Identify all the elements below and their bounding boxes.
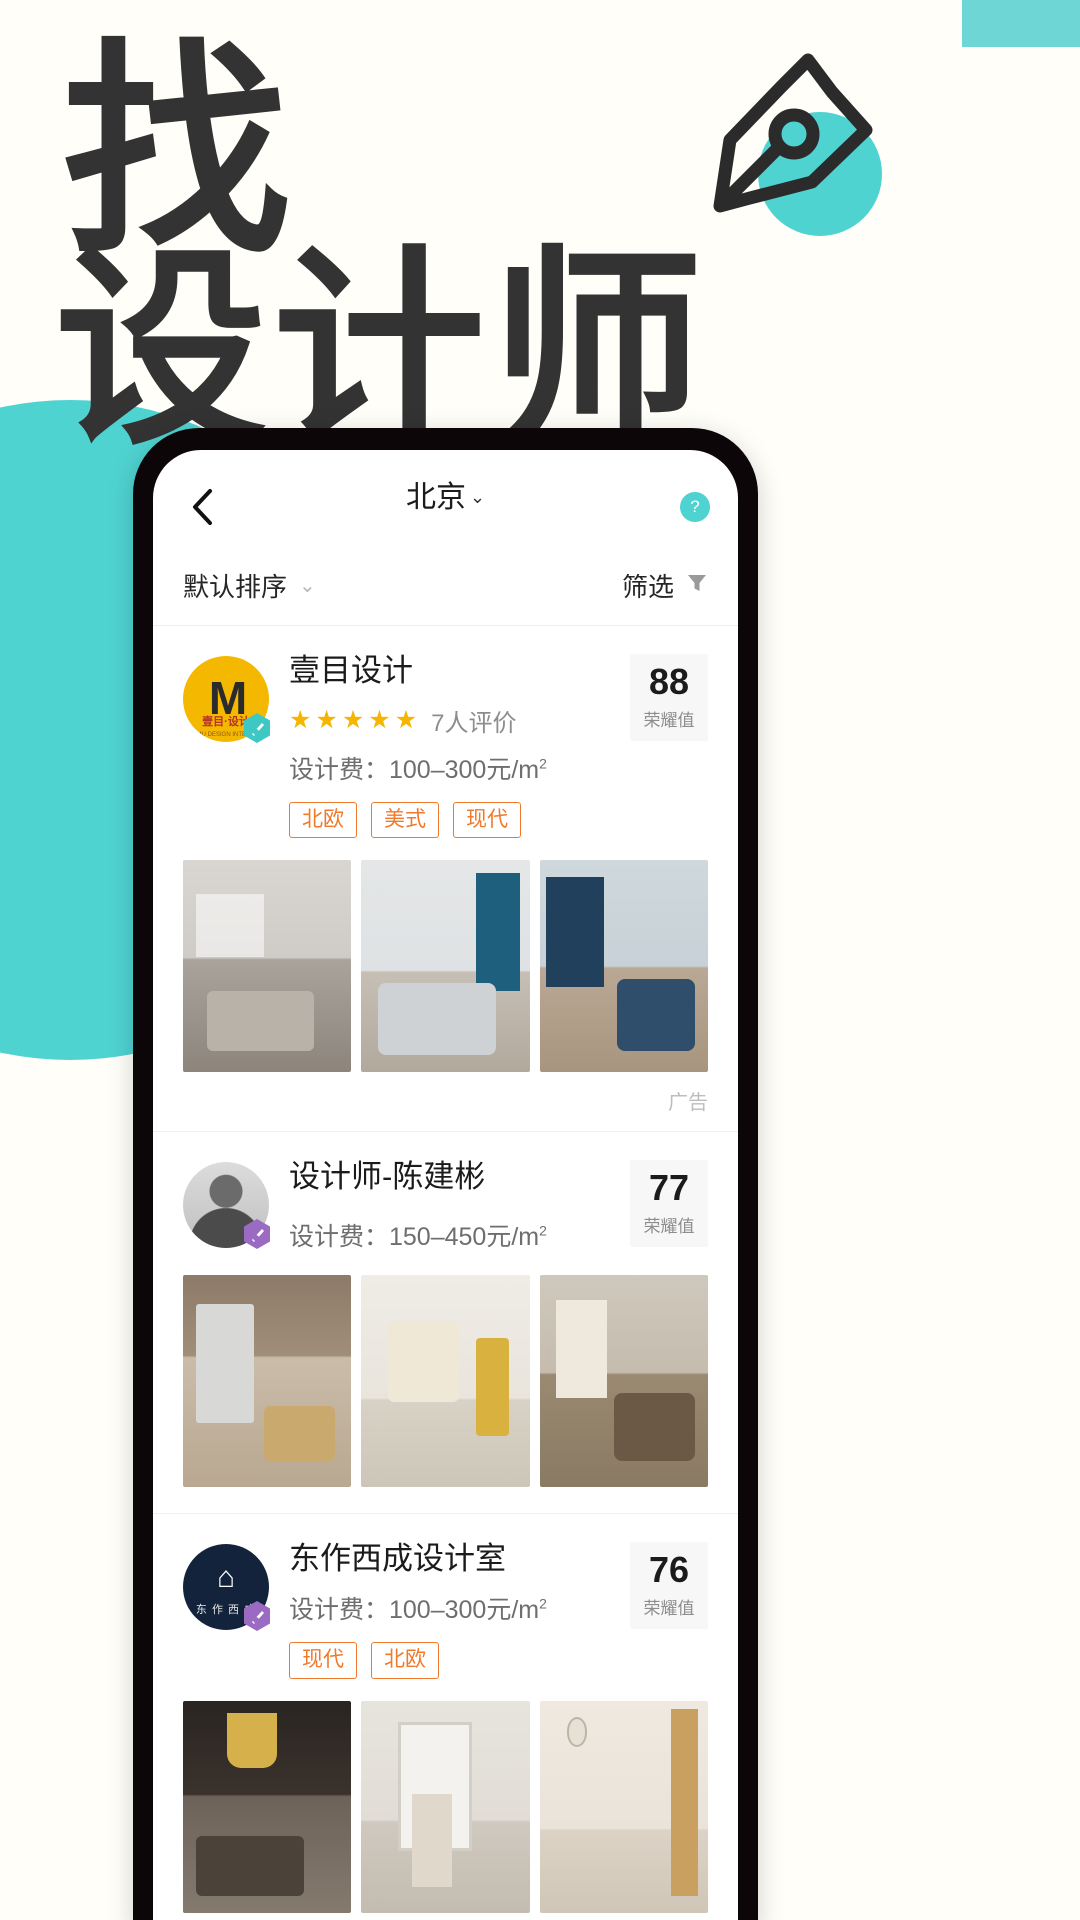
avatar [183, 1161, 270, 1249]
filter-button[interactable]: 筛选 [622, 567, 708, 604]
designer-card[interactable]: 设计师-陈建彬 设计费：150–450元/m2 77 荣耀值 [153, 1132, 738, 1514]
style-tag[interactable]: 现代 [289, 1642, 357, 1679]
price-text: 设计费：150–450元/m [289, 1222, 540, 1251]
star-icon: ★ [289, 705, 312, 734]
avatar: ⌂ 东 作 西 成 [183, 1543, 270, 1631]
ad-label: 广告 [668, 1091, 708, 1114]
price-text: 设计费：100–300元/m [289, 755, 540, 784]
sort-dropdown[interactable]: 默认排序 ⌄ [183, 567, 316, 604]
avatar: M 壹目·设计 YIMU DESIGN INTERIOR [183, 656, 270, 743]
card-header: M 壹目·设计 YIMU DESIGN INTERIOR 壹目设计 ★ ★ ★ … [183, 652, 708, 838]
portfolio-thumbnail[interactable] [361, 859, 530, 1072]
honor-score: 88 荣耀值 [630, 654, 708, 741]
card-header: ⌂ 东 作 西 成 东作西成设计室 设计费：100–300元/m2 现代 北欧 … [183, 1540, 708, 1679]
portfolio-thumbnail[interactable] [539, 1274, 708, 1487]
filter-label: 筛选 [621, 572, 674, 602]
portfolio-thumbnail[interactable] [361, 1274, 530, 1487]
card-spacer [183, 1487, 708, 1513]
portfolio-thumbnail[interactable] [539, 859, 708, 1072]
designer-card[interactable]: ⌂ 东 作 西 成 东作西成设计室 设计费：100–300元/m2 现代 北欧 … [153, 1514, 738, 1913]
designer-name: 壹目设计 [289, 653, 413, 688]
honor-score-label: 荣耀值 [643, 711, 695, 730]
honor-score-value: 88 [648, 661, 690, 702]
star-icon: ★ [315, 705, 338, 734]
verified-pen-badge-icon [241, 1218, 273, 1250]
honor-score: 77 荣耀值 [630, 1159, 708, 1247]
ad-row: 广告 [183, 1072, 708, 1131]
tag-list: 北欧 美式 现代 [289, 801, 610, 838]
chevron-down-icon: ⌄ [469, 486, 486, 507]
star-icon: ★ [368, 705, 391, 734]
rating-row: ★ ★ ★ ★ ★ 7人评价 [289, 703, 610, 738]
price-row: 设计费：100–300元/m2 [289, 750, 610, 786]
phone-mockup: 北京 ⌄ ? 默认排序 ⌄ 筛选 M 壹目·设计 YIMU DESIGN INT… [133, 428, 758, 1920]
honor-score-value: 76 [648, 1548, 690, 1590]
designer-name: 设计师-陈建彬 [289, 1158, 486, 1194]
price-row: 设计费：100–300元/m2 [289, 1590, 610, 1626]
style-tag[interactable]: 现代 [453, 801, 521, 838]
star-icon: ★ [394, 705, 418, 734]
portfolio-thumbnail[interactable] [539, 1700, 708, 1913]
pen-nib-icon [708, 48, 878, 223]
phone-screen: 北京 ⌄ ? 默认排序 ⌄ 筛选 M 壹目·设计 YIMU DESIGN INT… [153, 450, 738, 1920]
honor-score-label: 荣耀值 [643, 1216, 695, 1236]
rating-count: 7人评价 [431, 709, 517, 737]
card-body: 壹目设计 ★ ★ ★ ★ ★ 7人评价 设计费：100–300元/m2 北欧 美… [289, 652, 610, 838]
card-body: 东作西成设计室 设计费：100–300元/m2 现代 北欧 [289, 1540, 610, 1679]
designer-list: M 壹目·设计 YIMU DESIGN INTERIOR 壹目设计 ★ ★ ★ … [153, 626, 738, 1913]
verified-pen-badge-icon [241, 1600, 273, 1632]
honor-score: 76 荣耀值 [630, 1541, 708, 1629]
tag-list: 现代 北欧 [289, 1642, 610, 1679]
funnel-icon [686, 570, 708, 601]
price-superscript: 2 [539, 755, 547, 772]
style-tag[interactable]: 美式 [371, 801, 439, 838]
teal-corner-chip [962, 0, 1080, 47]
sort-label: 默认排序 [183, 572, 288, 602]
style-tag[interactable]: 北欧 [371, 1642, 439, 1679]
city-selector[interactable]: 北京 ⌄ [153, 472, 738, 516]
card-body: 设计师-陈建彬 设计费：150–450元/m2 [289, 1158, 610, 1253]
price-text: 设计费：100–300元/m [289, 1596, 540, 1625]
honor-score-value: 77 [648, 1166, 690, 1208]
hero-line-1: 找 [62, 19, 296, 285]
verified-pen-badge-icon [241, 712, 273, 744]
portfolio-thumbnail[interactable] [183, 859, 352, 1072]
portfolio-thumbnail[interactable] [183, 1700, 352, 1913]
help-button[interactable]: ? [680, 492, 710, 522]
thumbnail-row [183, 1700, 708, 1913]
designer-name: 东作西成设计室 [289, 1540, 506, 1576]
honor-score-label: 荣耀值 [643, 1598, 695, 1618]
filter-bar: 默认排序 ⌄ 筛选 [153, 546, 738, 626]
poster-root: 找 设计师 北京 ⌄ ? 默认排序 ⌄ 筛选 M 壹目·设计 YIMU DESI… [0, 0, 1080, 1920]
home-icon: ⌂ [216, 1560, 236, 1594]
style-tag[interactable]: 北欧 [289, 801, 357, 838]
app-navbar: 北京 ⌄ ? [153, 450, 738, 546]
thumbnail-row [183, 859, 708, 1072]
price-superscript: 2 [539, 1222, 547, 1239]
card-header: 设计师-陈建彬 设计费：150–450元/m2 77 荣耀值 [183, 1158, 708, 1253]
designer-card[interactable]: M 壹目·设计 YIMU DESIGN INTERIOR 壹目设计 ★ ★ ★ … [153, 626, 738, 1132]
price-superscript: 2 [539, 1596, 547, 1613]
star-icon: ★ [341, 705, 365, 734]
chevron-down-icon: ⌄ [299, 575, 316, 597]
portfolio-thumbnail[interactable] [361, 1700, 530, 1913]
portfolio-thumbnail[interactable] [183, 1274, 352, 1487]
city-label: 北京 [405, 481, 466, 514]
thumbnail-row [183, 1274, 708, 1487]
price-row: 设计费：150–450元/m2 [289, 1217, 610, 1253]
